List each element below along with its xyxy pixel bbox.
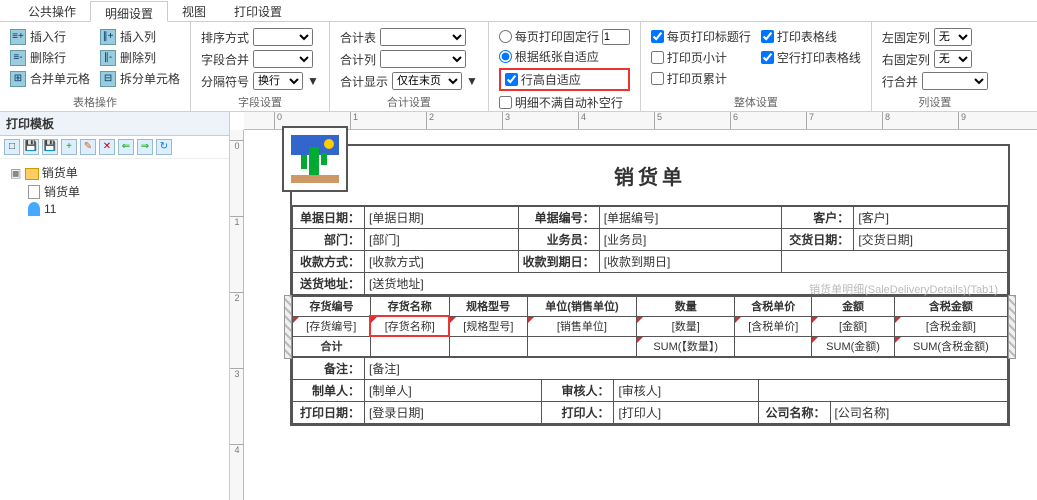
tree-node-1[interactable]: 销货单 bbox=[6, 182, 223, 201]
delete-col-button[interactable]: ∥-删除列 bbox=[100, 49, 180, 66]
group-field-label: 字段设置 bbox=[191, 94, 329, 110]
header-each-check[interactable]: 每页打印标题行 bbox=[651, 28, 751, 45]
grid-on-check[interactable]: 打印表格线 bbox=[761, 28, 861, 45]
merge-cell-button[interactable]: ⊞合并单元格 bbox=[10, 70, 90, 87]
design-canvas[interactable]: 0123456789 01234 销货单 单据日期：[单据日期 bbox=[230, 112, 1037, 500]
sidebar: 打印模板 □ 💾 💾 + ✎ ✕ ⇐ ⇒ ↻ ▣ 销货单 销货单 11 bbox=[0, 112, 230, 500]
group-sum-label: 合计设置 bbox=[330, 94, 488, 110]
merge-icon: ⊞ bbox=[10, 71, 26, 87]
fixed-rows-radio[interactable]: 每页打印固定行 bbox=[499, 28, 630, 45]
cactus-icon bbox=[291, 135, 339, 183]
split-cell-button[interactable]: ⊟拆分单元格 bbox=[100, 70, 180, 87]
folder-icon bbox=[25, 168, 39, 180]
add-icon[interactable]: + bbox=[61, 139, 77, 155]
user-icon bbox=[28, 202, 40, 216]
footer-fields: 备注：[备注] 制单人：[制单人] 审核人：[审核人] 打印日期：[登录日期] … bbox=[292, 357, 1008, 424]
insert-row-icon: ≡+ bbox=[10, 29, 26, 45]
page-subtotal-check[interactable]: 打印页小计 bbox=[651, 49, 751, 66]
sort-select[interactable] bbox=[253, 28, 313, 46]
leftfix-label: 左固定列 bbox=[882, 29, 930, 46]
rowmerge-select[interactable] bbox=[922, 72, 988, 90]
delete-icon[interactable]: ✕ bbox=[99, 139, 115, 155]
import-icon[interactable]: ⇐ bbox=[118, 139, 134, 155]
delete-row-icon: ≡- bbox=[10, 50, 26, 66]
sumshow-select[interactable]: 仅在末页 bbox=[392, 72, 462, 90]
leftfix-select[interactable]: 无 bbox=[934, 28, 972, 46]
refresh-icon[interactable]: ↻ bbox=[156, 139, 172, 155]
save-icon[interactable]: 💾 bbox=[23, 139, 39, 155]
fieldmerge-select[interactable] bbox=[253, 50, 313, 68]
tree-node-2[interactable]: 11 bbox=[6, 201, 223, 217]
sumtable-select[interactable] bbox=[380, 28, 466, 46]
rightfix-label: 右固定列 bbox=[882, 51, 930, 68]
delete-col-icon: ∥- bbox=[100, 50, 116, 66]
ribbon: ≡+插入行 ≡-删除行 ⊞合并单元格 ∥+插入列 ∥-删除列 ⊟拆分单元格 表格… bbox=[0, 22, 1037, 112]
saveas-icon[interactable]: 💾 bbox=[42, 139, 58, 155]
page-total-check[interactable]: 打印页累计 bbox=[651, 70, 751, 87]
split-icon: ⊟ bbox=[100, 71, 116, 87]
v-ruler: 01234 bbox=[230, 130, 244, 500]
sidebar-toolbar: □ 💾 💾 + ✎ ✕ ⇐ ⇒ ↻ bbox=[0, 136, 229, 159]
auto-blank-check[interactable]: 明细不满自动补空行 bbox=[499, 94, 630, 111]
sort-label: 排序方式 bbox=[201, 29, 249, 46]
sep-label: 分隔符号 bbox=[201, 73, 249, 90]
fieldmerge-label: 字段合并 bbox=[201, 51, 249, 68]
tab-detail[interactable]: 明细设置 bbox=[90, 1, 168, 22]
edit-icon[interactable]: ✎ bbox=[80, 139, 96, 155]
auto-rowheight-check[interactable]: 行高自适应 bbox=[499, 68, 630, 91]
insert-col-button[interactable]: ∥+插入列 bbox=[100, 28, 180, 45]
empty-grid-check[interactable]: 空行打印表格线 bbox=[761, 49, 861, 66]
fixed-rows-input[interactable] bbox=[602, 29, 630, 45]
sumtable-label: 合计表 bbox=[340, 29, 376, 46]
tab-view[interactable]: 视图 bbox=[168, 0, 220, 21]
selected-cell[interactable]: [存货名称] bbox=[370, 316, 449, 336]
sumshow-label: 合计显示 bbox=[340, 73, 388, 90]
new-icon[interactable]: □ bbox=[4, 139, 20, 155]
file-icon bbox=[28, 185, 40, 199]
tab-public[interactable]: 公共操作 bbox=[14, 0, 90, 21]
menu-tabs: 公共操作 明细设置 视图 打印设置 bbox=[0, 0, 1037, 22]
group-whole-label: 整体设置 bbox=[641, 94, 871, 110]
rightfix-select[interactable]: 无 bbox=[934, 50, 972, 68]
h-ruler: 0123456789 bbox=[244, 112, 1037, 130]
insert-col-icon: ∥+ bbox=[100, 29, 116, 45]
detail-watermark: 销货单明细(SaleDeliveryDetails)(Tab1) bbox=[809, 281, 998, 297]
group-col-label: 列设置 bbox=[872, 94, 998, 110]
doc-title: 销货单 bbox=[614, 161, 686, 190]
insert-row-button[interactable]: ≡+插入行 bbox=[10, 28, 90, 45]
sumcol-label: 合计列 bbox=[340, 51, 376, 68]
delete-row-button[interactable]: ≡-删除行 bbox=[10, 49, 90, 66]
export-icon[interactable]: ⇒ bbox=[137, 139, 153, 155]
template-tree: ▣ 销货单 销货单 11 bbox=[0, 159, 229, 221]
auto-paper-radio[interactable]: 根据纸张自适应 bbox=[499, 48, 630, 65]
rowmerge-label: 行合并 bbox=[882, 73, 918, 90]
group-table-label: 表格操作 bbox=[0, 94, 190, 110]
tree-root[interactable]: ▣ 销货单 bbox=[6, 163, 223, 182]
detail-grid[interactable]: 存货编号存货名称规格型号单位(销售单位)数量含税单价金额含税金额 [存货编号] … bbox=[292, 295, 1008, 357]
sumcol-select[interactable] bbox=[380, 50, 466, 68]
logo-placeholder[interactable] bbox=[282, 126, 348, 192]
sep-select[interactable]: 换行 bbox=[253, 72, 303, 90]
report-page[interactable]: 销货单 单据日期：[单据日期] 单据编号：[单据编号] 客户：[客户] 部门：[… bbox=[290, 144, 1010, 426]
sidebar-title: 打印模板 bbox=[0, 112, 229, 136]
tab-print[interactable]: 打印设置 bbox=[220, 0, 296, 21]
